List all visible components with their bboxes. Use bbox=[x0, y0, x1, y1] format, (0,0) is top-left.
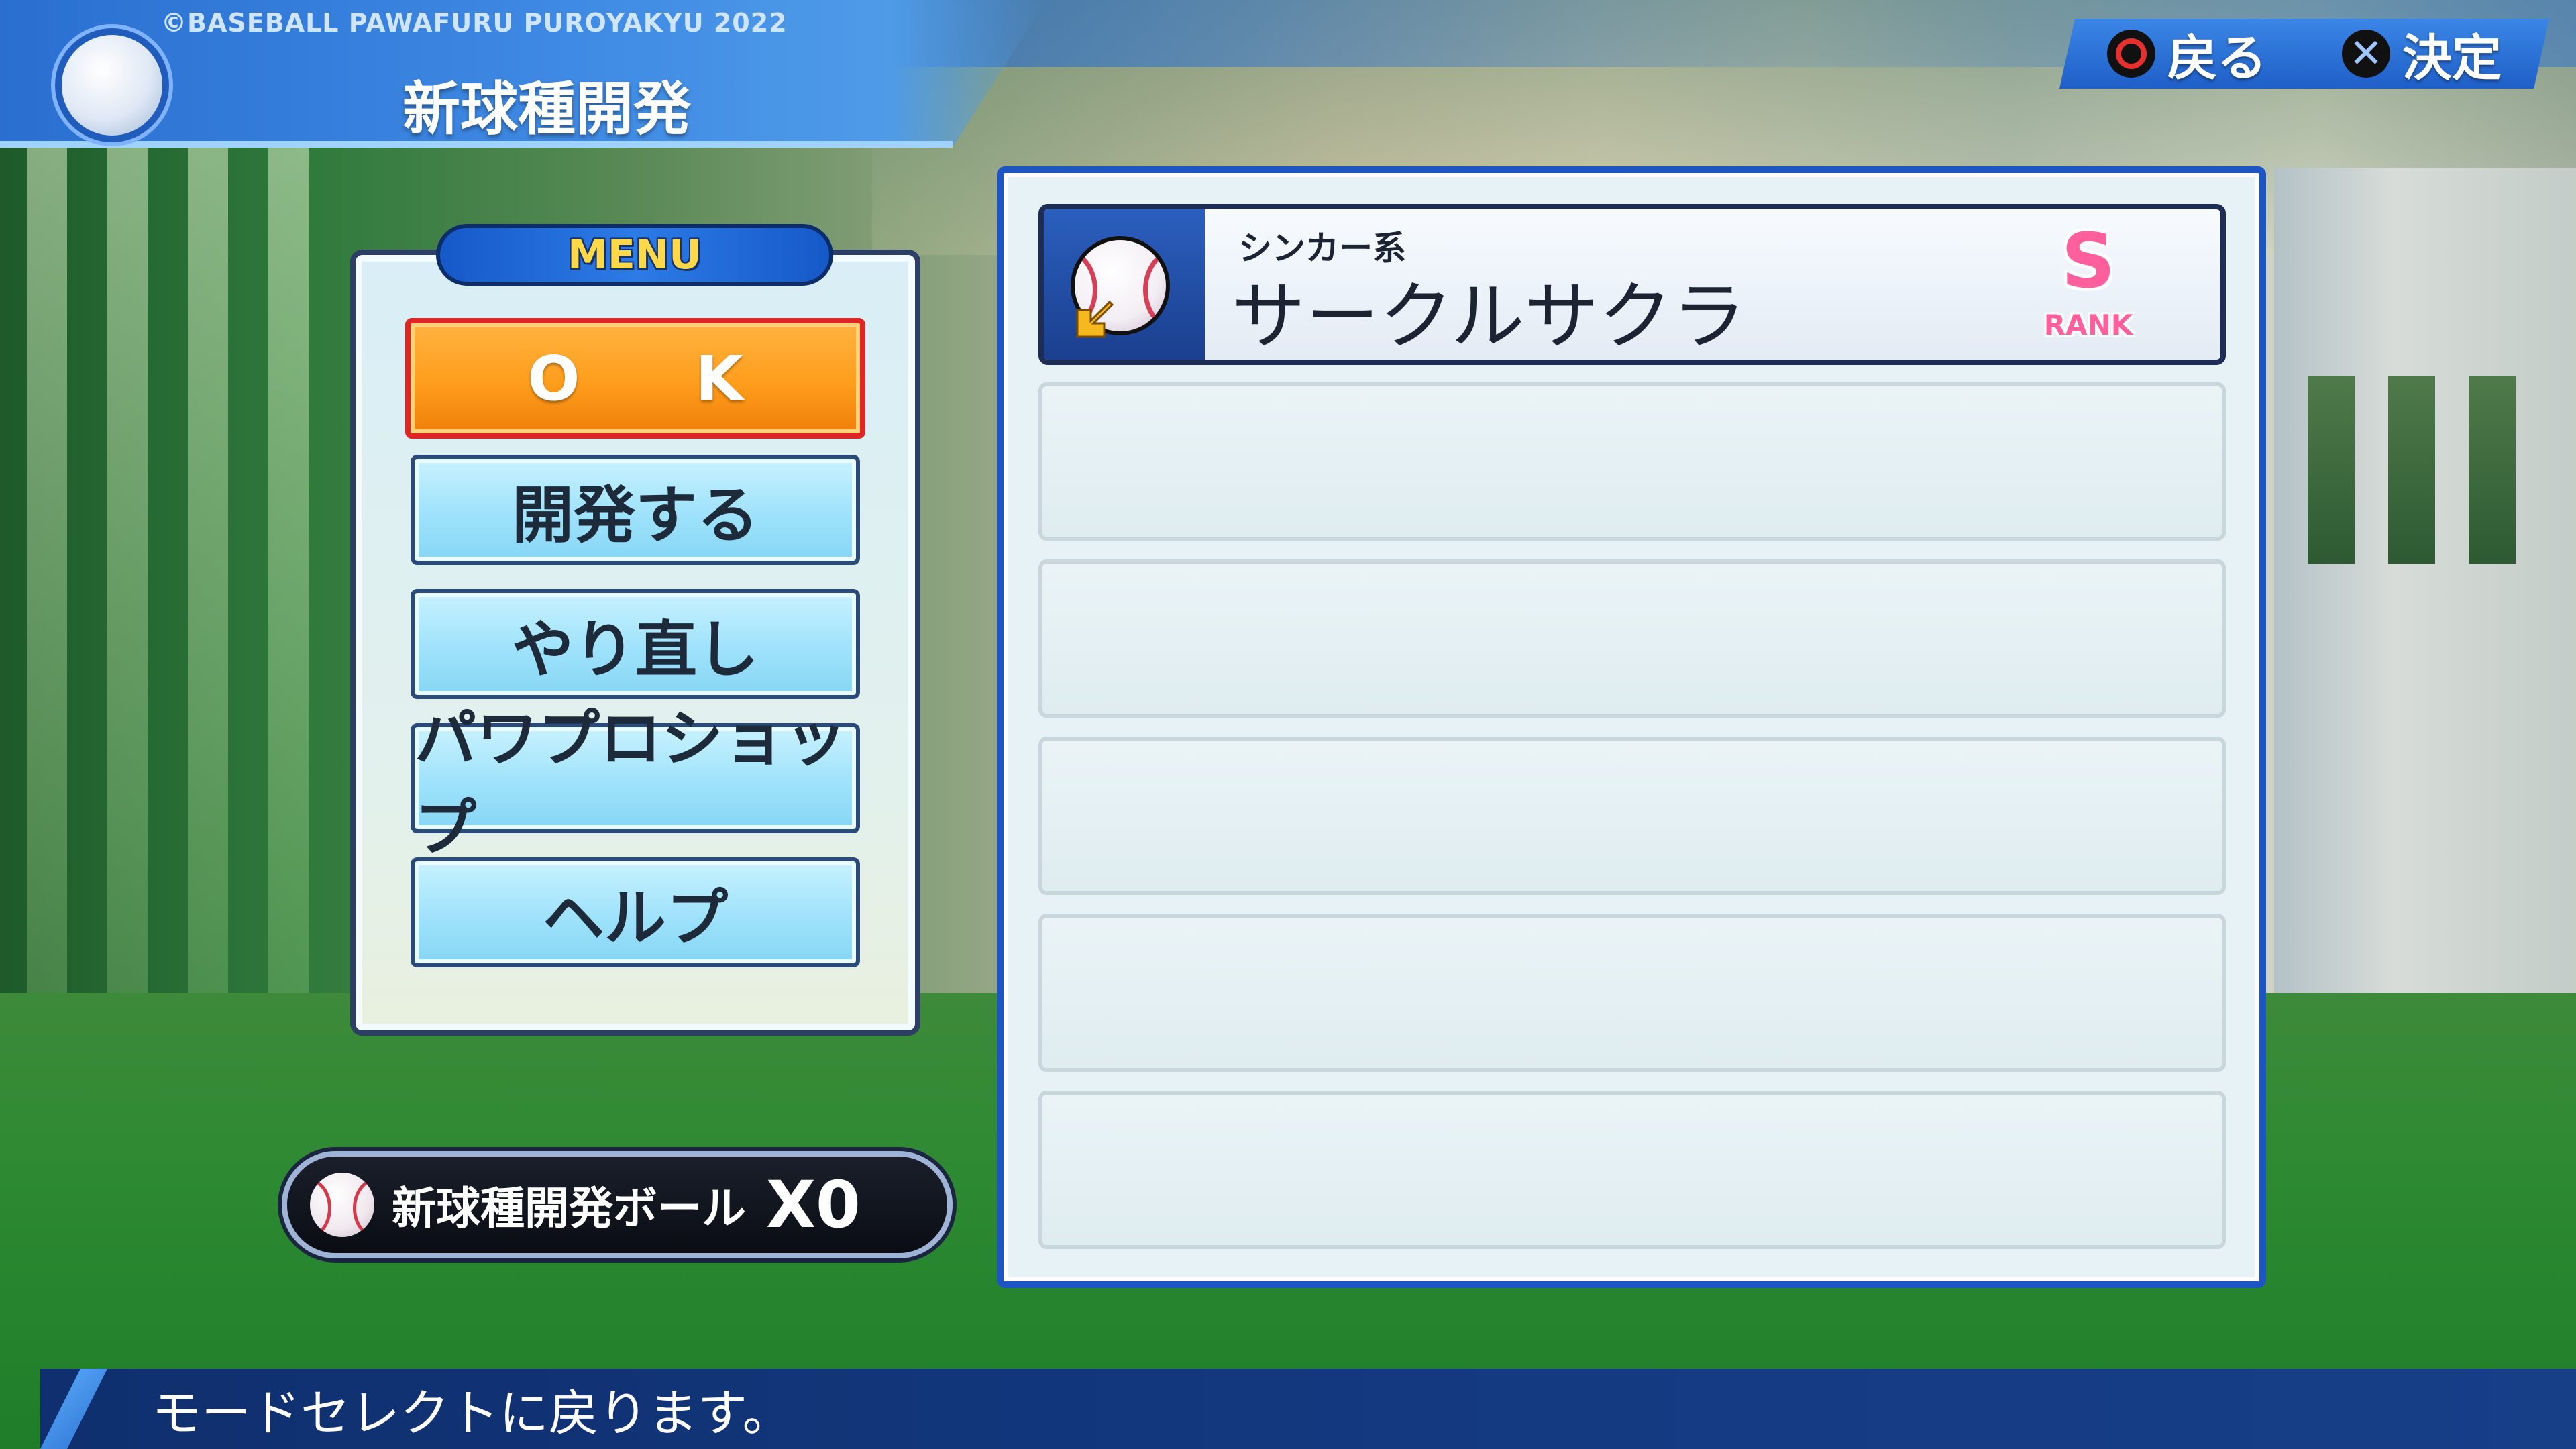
copyright-text: ©BASEBALL PAWAFURU PUROYAKYU 2022 bbox=[161, 8, 788, 38]
menu-tab: MENU bbox=[436, 224, 833, 286]
empty-pitch-slot[interactable] bbox=[1038, 737, 2226, 895]
pitch-entry[interactable]: シンカー系 サークルサクラ S RANK bbox=[1038, 204, 2226, 365]
menu-item-redo[interactable]: やり直し bbox=[411, 589, 860, 699]
confirm-label: 決定 bbox=[2402, 29, 2502, 87]
background-window bbox=[2388, 376, 2435, 564]
down-left-arrow-icon bbox=[1076, 300, 1114, 338]
background-window bbox=[2308, 376, 2355, 564]
rank-letter: S bbox=[2061, 218, 2116, 305]
page-title: 新球種開発 bbox=[402, 76, 691, 143]
background-window bbox=[268, 134, 309, 1006]
menu-item-shop[interactable]: パワプロショップ bbox=[411, 703, 860, 864]
ball-count-value: X0 bbox=[766, 1167, 861, 1242]
back-button[interactable]: 戻る bbox=[2059, 19, 2314, 89]
rank-word: RANK bbox=[2043, 309, 2133, 341]
menu-item-ok[interactable]: O K bbox=[405, 318, 865, 439]
cross-button-icon: ✕ bbox=[2342, 30, 2390, 78]
empty-pitch-slot[interactable] bbox=[1038, 559, 2226, 718]
menu-item-develop[interactable]: 開発する bbox=[411, 455, 860, 565]
menu-tab-label: MENU bbox=[568, 231, 702, 278]
background-window bbox=[27, 134, 67, 1006]
confirm-button[interactable]: ✕ 決定 bbox=[2294, 19, 2549, 89]
game-screen: ©BASEBALL PAWAFURU PUROYAKYU 2022 新球種開発 … bbox=[0, 0, 2576, 1449]
background-window bbox=[2469, 376, 2516, 564]
menu-item-help[interactable]: ヘルプ bbox=[411, 857, 860, 967]
pitch-name: サークルサクラ bbox=[1232, 274, 1746, 360]
background-window bbox=[188, 134, 228, 1006]
background-wall bbox=[2274, 168, 2576, 1107]
pitch-icon-box bbox=[1044, 209, 1205, 360]
empty-pitch-slot[interactable] bbox=[1038, 1091, 2226, 1249]
empty-pitch-slot[interactable] bbox=[1038, 382, 2226, 541]
empty-pitch-slot[interactable] bbox=[1038, 914, 2226, 1072]
back-label: 戻る bbox=[2167, 29, 2267, 87]
baseball-logo-icon bbox=[62, 35, 162, 136]
circle-button-icon bbox=[2107, 30, 2155, 78]
ball-count-badge: 新球種開発ボール X0 bbox=[282, 1151, 953, 1258]
ball-count-label: 新球種開発ボール bbox=[392, 1183, 746, 1234]
footer-message: モードセレクトに戻ります。 bbox=[152, 1384, 792, 1442]
baseball-icon bbox=[310, 1173, 374, 1237]
background-window bbox=[107, 134, 148, 1006]
